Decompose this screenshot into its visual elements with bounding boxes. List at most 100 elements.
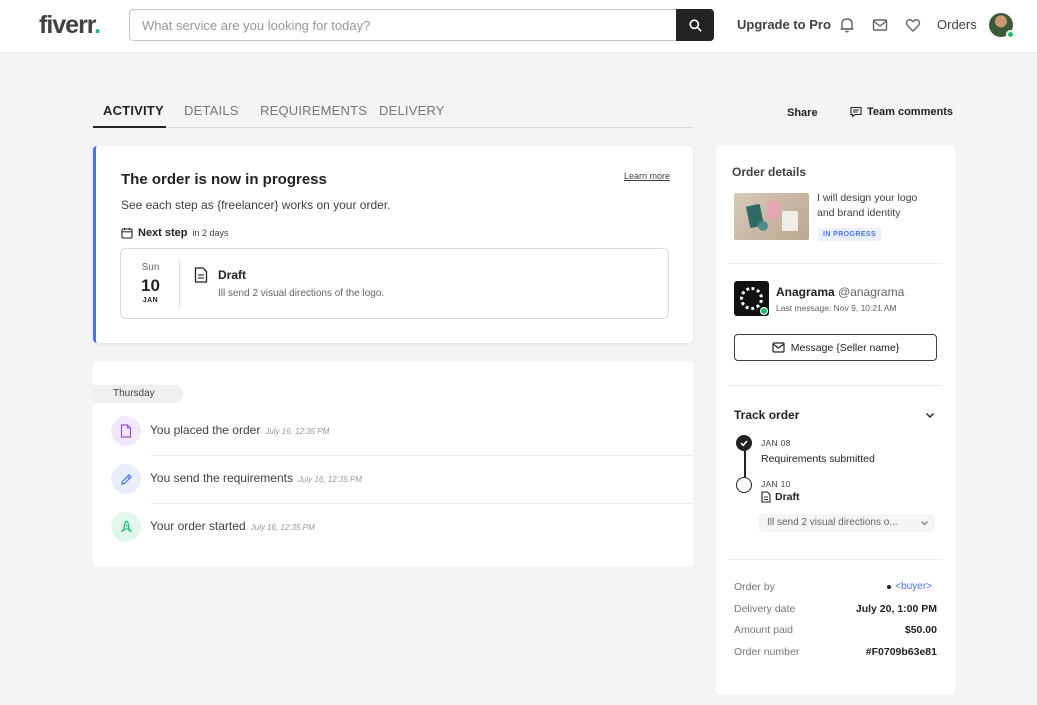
divider bbox=[728, 559, 942, 560]
chevron-down-icon bbox=[920, 514, 929, 532]
seller-name[interactable]: Anagrama @anagrama bbox=[776, 285, 904, 299]
search-bar bbox=[129, 9, 714, 41]
notifications-button[interactable] bbox=[837, 15, 857, 35]
buyer-link[interactable]: <buyer> bbox=[887, 581, 932, 592]
order-progress-card: The order is now in progress Learn more … bbox=[93, 146, 693, 343]
search-input[interactable] bbox=[130, 10, 670, 40]
timeline-step-pending bbox=[736, 477, 752, 493]
upgrade-to-pro-link[interactable]: Upgrade to Pro bbox=[737, 17, 831, 32]
status-badge: IN PROGRESS bbox=[818, 228, 882, 241]
progress-subtitle: See each step as {freelancer} works on y… bbox=[121, 198, 391, 212]
mail-icon bbox=[872, 19, 888, 31]
next-step-label: Next step bbox=[138, 227, 188, 239]
message-seller-button[interactable]: Message {Seller name} bbox=[734, 334, 937, 361]
amount-paid-value: $50.00 bbox=[904, 624, 937, 636]
document-icon bbox=[761, 491, 771, 503]
delivery-date-value: July 20, 1:00 PM bbox=[855, 603, 937, 615]
track-order-toggle[interactable] bbox=[924, 408, 936, 426]
timeline-label: Requirements submitted bbox=[761, 453, 875, 465]
tab-requirements[interactable]: REQUIREMENTS bbox=[260, 103, 367, 118]
buyer-name: <buyer> bbox=[895, 581, 932, 592]
amount-paid-label: Amount paid bbox=[734, 624, 793, 636]
mail-icon bbox=[772, 342, 785, 353]
file-icon bbox=[120, 424, 132, 438]
order-number-label: Order number bbox=[734, 646, 800, 658]
tab-delivery[interactable]: DELIVERY bbox=[379, 103, 445, 118]
comment-icon bbox=[850, 106, 862, 118]
step-divider bbox=[179, 261, 180, 307]
step-title: Draft bbox=[218, 268, 247, 282]
online-indicator bbox=[1006, 30, 1015, 39]
gig-thumbnail[interactable] bbox=[734, 193, 809, 240]
timeline-date: JAN 10 bbox=[761, 479, 791, 489]
seller-display-name: Anagrama bbox=[776, 285, 835, 299]
order-by-label: Order by bbox=[734, 581, 775, 593]
buyer-dot bbox=[887, 584, 892, 589]
step-description: Ill send 2 visual directions of the logo… bbox=[218, 288, 385, 299]
timeline-draft-label: Draft bbox=[775, 491, 800, 503]
tab-activity[interactable]: ACTIVITY bbox=[103, 103, 164, 118]
timeline-date: JAN 08 bbox=[761, 438, 791, 448]
logo-text: fiverr bbox=[39, 11, 95, 39]
team-comments-button[interactable]: Team comments bbox=[850, 106, 953, 118]
pencil-icon bbox=[120, 473, 132, 485]
activity-item: You placed the order July 16, 12:35 PM bbox=[111, 408, 693, 456]
timeline-line bbox=[744, 449, 746, 478]
timeline-step-done bbox=[736, 435, 752, 451]
gig-title[interactable]: I will design your logo and brand identi… bbox=[817, 191, 937, 221]
activity-text: You placed the order July 16, 12:35 PM bbox=[150, 423, 329, 437]
activity-feed: Thursday You placed the order July 16, 12… bbox=[93, 361, 693, 567]
next-step-info: Next step in 2 days bbox=[121, 227, 229, 239]
day-label: Thursday bbox=[93, 385, 183, 403]
logo-dot: . bbox=[94, 11, 101, 39]
progress-title: The order is now in progress bbox=[121, 171, 327, 188]
user-avatar[interactable] bbox=[989, 13, 1015, 39]
step-month: JAN bbox=[142, 297, 159, 304]
activity-label: Your order started bbox=[150, 519, 246, 533]
seller-handle: @anagrama bbox=[838, 285, 905, 299]
divider bbox=[728, 385, 942, 386]
track-order-title: Track order bbox=[734, 408, 800, 422]
activity-item: Your order started July 16, 12:35 PM bbox=[111, 504, 693, 552]
step-detail-text: Ill send 2 visual directions o... bbox=[767, 517, 898, 528]
order-number-value: #F0709b63e81 bbox=[865, 646, 937, 658]
activity-icon-wrap bbox=[111, 416, 141, 446]
activity-icon-wrap bbox=[111, 464, 141, 494]
tab-details[interactable]: DETAILS bbox=[184, 103, 239, 118]
activity-icon-wrap bbox=[111, 512, 141, 542]
order-details-title: Order details bbox=[732, 165, 807, 179]
activity-time: July 16, 12:35 PM bbox=[265, 427, 330, 436]
activity-time: July 16, 12:35 PM bbox=[250, 523, 315, 532]
activity-item: You send the requirements July 16, 12:35 … bbox=[111, 456, 693, 504]
activity-text: Your order started July 16, 12:35 PM bbox=[150, 519, 315, 533]
calendar-icon bbox=[121, 227, 133, 239]
rocket-icon bbox=[120, 520, 132, 532]
bell-icon bbox=[840, 18, 854, 33]
chevron-down-icon bbox=[926, 413, 934, 418]
order-details-panel: Order details I will design your logo an… bbox=[716, 145, 955, 695]
fiverr-logo[interactable]: fiverr. bbox=[39, 11, 101, 40]
favorites-button[interactable] bbox=[903, 15, 923, 35]
activity-time: July 16, 12:35 PM bbox=[298, 475, 363, 484]
check-icon bbox=[740, 440, 748, 447]
team-comments-label: Team comments bbox=[867, 106, 953, 118]
divider bbox=[728, 263, 942, 264]
next-step-due: in 2 days bbox=[192, 228, 229, 238]
order-tabs: ACTIVITY DETAILS REQUIREMENTS DELIVERY bbox=[93, 98, 693, 128]
search-button[interactable] bbox=[676, 9, 714, 41]
seller-online-indicator bbox=[760, 307, 768, 315]
share-button[interactable]: Share bbox=[787, 107, 818, 119]
activity-label: You send the requirements bbox=[150, 471, 293, 485]
message-button-label: Message {Seller name} bbox=[790, 341, 900, 354]
next-step-box: Sun 10 JAN Draft Ill send 2 visual direc… bbox=[120, 248, 669, 319]
heart-icon bbox=[905, 19, 921, 32]
step-weekday: Sun bbox=[141, 262, 160, 273]
activity-text: You send the requirements July 16, 12:35 … bbox=[150, 471, 362, 485]
orders-link[interactable]: Orders bbox=[937, 17, 977, 32]
top-header: fiverr. Upgrade to Pro Orders bbox=[0, 0, 1037, 53]
document-icon bbox=[194, 267, 208, 288]
learn-more-link[interactable]: Learn more bbox=[624, 171, 670, 181]
step-detail-dropdown[interactable]: Ill send 2 visual directions o... bbox=[759, 514, 935, 532]
messages-button[interactable] bbox=[870, 15, 890, 35]
seller-last-message: Last message: Nov 9, 10:21 AM bbox=[776, 303, 897, 313]
